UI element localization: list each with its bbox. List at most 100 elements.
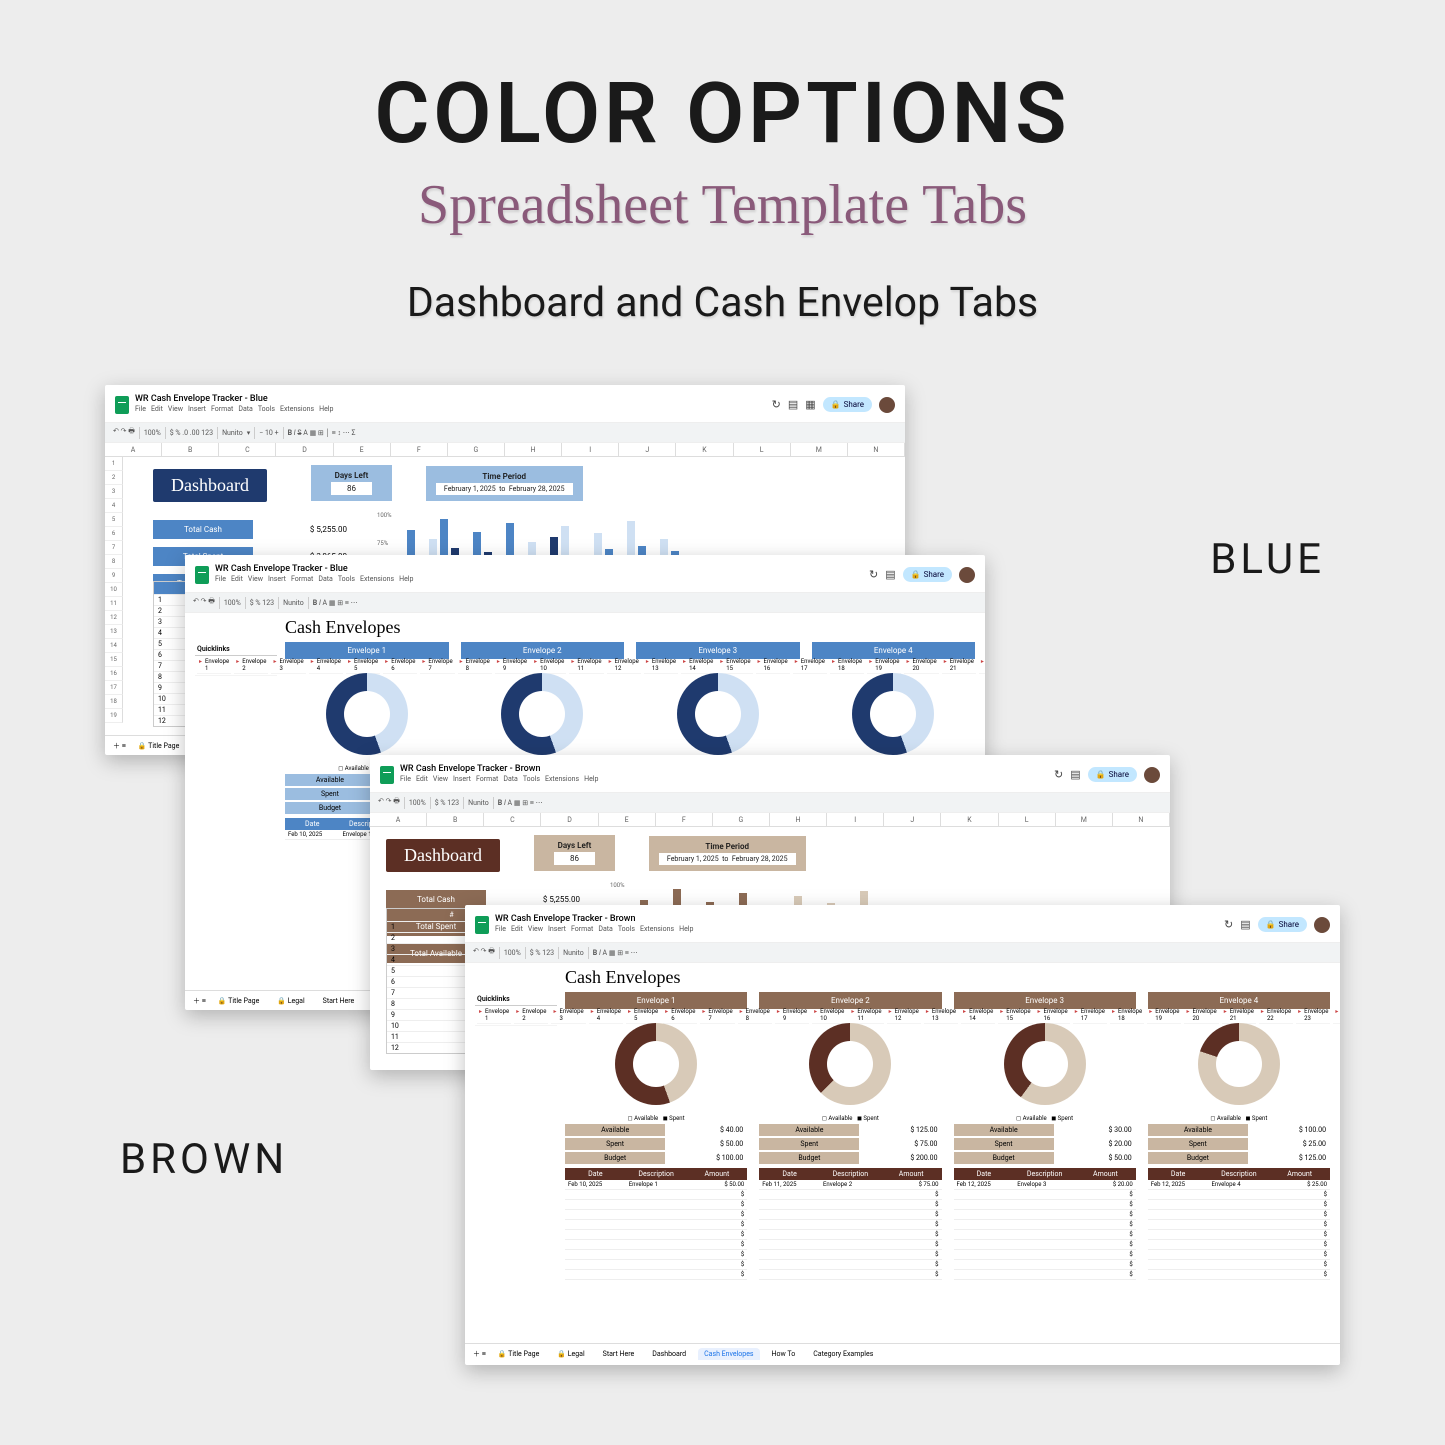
menu-item[interactable]: Insert [548, 926, 566, 934]
add-sheet-icon[interactable]: ＋ ≡ [193, 996, 206, 1006]
quicklink-item[interactable]: ▸Envelope 21 [1222, 1007, 1256, 1024]
quicklink-item[interactable]: ▸Envelope 21 [942, 657, 976, 674]
menu-item[interactable]: View [528, 926, 543, 934]
quicklink-item[interactable]: ▸Envelope 17 [793, 657, 827, 674]
history-icon[interactable]: ↻ [1054, 768, 1063, 781]
sheet-tabs[interactable]: ＋ ≡🔒 Title Page🔒 LegalStart HereDashboar… [465, 1343, 1340, 1363]
quicklinks[interactable]: Quicklinks ▸Envelope 1▸Envelope 2▸Envelo… [475, 993, 557, 1026]
quicklink-item[interactable]: ▸Envelope 3 [271, 657, 305, 674]
quicklink-item[interactable]: ▸Envelope 4 [309, 657, 343, 674]
sheet-tab[interactable]: 🔒 Title Page [492, 1348, 545, 1360]
row-headers[interactable]: 12345678910111213141516171819 [105, 457, 123, 735]
menu-item[interactable]: Help [399, 576, 413, 584]
share-button[interactable]: 🔒 Share [903, 567, 952, 582]
menu-item[interactable]: Insert [268, 576, 286, 584]
menu-item[interactable]: Format [211, 406, 233, 414]
menu-bar[interactable]: FileEditViewInsertFormatDataToolsExtensi… [135, 406, 333, 414]
quicklink-item[interactable]: ▸Envelope 17 [1073, 1007, 1107, 1024]
sheet-tab[interactable]: Start Here [597, 1348, 641, 1360]
quicklink-item[interactable]: ▸Envelope 15 [718, 657, 752, 674]
quicklink-item[interactable]: ▸Envelope 24 [1333, 1007, 1340, 1024]
share-button[interactable]: 🔒 Share [1088, 767, 1137, 782]
menu-item[interactable]: Edit [151, 406, 163, 414]
quicklink-item[interactable]: ▸Envelope 19 [1147, 1007, 1181, 1024]
menu-item[interactable]: Insert [453, 776, 471, 784]
quicklink-item[interactable]: ▸Envelope 8 [458, 657, 492, 674]
share-button[interactable]: 🔒 Share [823, 397, 872, 412]
menu-item[interactable]: Data [598, 926, 613, 934]
toolbar[interactable]: ↶ ↷ 🖶 100% $ % .0 .00 123 Nunito▾ − 10 +… [105, 423, 905, 443]
quicklink-item[interactable]: ▸Envelope 20 [904, 657, 938, 674]
menu-item[interactable]: Edit [511, 926, 523, 934]
menu-item[interactable]: Tools [618, 926, 635, 934]
menu-item[interactable]: View [168, 406, 183, 414]
quicklink-item[interactable]: ▸Envelope 2 [514, 1007, 548, 1024]
menu-item[interactable]: Tools [338, 576, 355, 584]
menu-item[interactable]: Format [291, 576, 313, 584]
menu-item[interactable]: Extensions [360, 576, 394, 584]
add-sheet-icon[interactable]: ＋ ≡ [113, 741, 126, 751]
menu-item[interactable]: File [400, 776, 411, 784]
menu-item[interactable]: Format [571, 926, 593, 934]
quicklink-item[interactable]: ▸Envelope 11 [569, 657, 603, 674]
quicklink-item[interactable]: ▸Envelope 16 [756, 657, 790, 674]
menu-item[interactable]: Tools [258, 406, 275, 414]
history-icon[interactable]: ↻ [772, 398, 781, 411]
doc-title[interactable]: WR Cash Envelope Tracker - Brown [400, 765, 598, 775]
toolbar[interactable]: ↶ ↷ 🖶100% $ % 123 Nunito B I A ▦ ⊞ ≡ ⋯ [185, 593, 985, 613]
menu-item[interactable]: Extensions [545, 776, 579, 784]
quicklink-item[interactable]: ▸Envelope 2 [234, 657, 268, 674]
menu-item[interactable]: View [248, 576, 263, 584]
quicklink-item[interactable]: ▸Envelope 4 [589, 1007, 623, 1024]
sheet-tab[interactable]: 🔒 Legal [271, 995, 310, 1007]
menu-bar[interactable]: File Edit View Insert Format Data Tools Extensi… [400, 776, 598, 784]
menu-item[interactable]: View [433, 776, 448, 784]
quicklink-item[interactable]: ▸Envelope 9 [775, 1007, 809, 1024]
quicklink-item[interactable]: ▸Envelope 7 [700, 1007, 734, 1024]
menu-item[interactable]: File [495, 926, 506, 934]
comment-icon[interactable]: ▤ [1240, 918, 1250, 931]
quicklinks[interactable]: Quicklinks ▸Envelope 1▸Envelope 2▸Envelo… [195, 643, 277, 676]
doc-title[interactable]: WR Cash Envelope Tracker - Blue [135, 395, 333, 405]
menu-item[interactable]: Format [476, 776, 498, 784]
quicklink-item[interactable]: ▸Envelope 13 [924, 1007, 958, 1024]
menu-item[interactable]: Insert [188, 406, 206, 414]
share-button[interactable]: 🔒 Share [1258, 917, 1307, 932]
menu-item[interactable]: File [215, 576, 226, 584]
quicklink-item[interactable]: ▸Envelope 13 [644, 657, 678, 674]
sheet-tab[interactable]: Start Here [317, 995, 361, 1007]
menu-item[interactable]: Extensions [640, 926, 674, 934]
sheet-tab[interactable]: How To [766, 1348, 802, 1360]
quicklink-item[interactable]: ▸Envelope 19 [867, 657, 901, 674]
quicklink-item[interactable]: ▸Envelope 12 [887, 1007, 921, 1024]
quicklink-item[interactable]: ▸Envelope 3 [551, 1007, 585, 1024]
quicklink-item[interactable]: ▸Envelope 20 [1184, 1007, 1218, 1024]
avatar[interactable] [959, 567, 975, 583]
toolbar[interactable]: ↶ ↷ 🖶100% $ % 123 Nunito B I A ▦ ⊞ ≡ ⋯ [370, 793, 1170, 813]
history-icon[interactable]: ↻ [869, 568, 878, 581]
doc-title[interactable]: WR Cash Envelope Tracker - Blue [215, 565, 413, 575]
menu-item[interactable]: Data [503, 776, 518, 784]
menu-item[interactable]: File [135, 406, 146, 414]
menu-item[interactable]: Data [318, 576, 333, 584]
quicklink-item[interactable]: ▸Envelope 5 [626, 1007, 660, 1024]
quicklink-item[interactable]: ▸Envelope 18 [830, 657, 864, 674]
quicklink-item[interactable]: ▸Envelope 16 [1036, 1007, 1070, 1024]
comment-icon[interactable]: ▤ [788, 398, 798, 411]
avatar[interactable] [1144, 767, 1160, 783]
menu-item[interactable]: Edit [416, 776, 428, 784]
avatar[interactable] [1314, 917, 1330, 933]
quicklink-item[interactable]: ▸Envelope 14 [961, 1007, 995, 1024]
sheet-tab[interactable]: Category Examples [807, 1348, 879, 1360]
sheet-tab[interactable]: Cash Envelopes [698, 1348, 759, 1360]
sheet-tab[interactable]: 🔒 Legal [551, 1348, 590, 1360]
column-headers[interactable]: ABCDEFGHIJKLMN [370, 813, 1170, 827]
column-headers[interactable]: ABCDEFGHIJKLMN [105, 443, 905, 457]
comment-icon[interactable]: ▤ [885, 568, 895, 581]
add-sheet-icon[interactable]: ＋ ≡ [473, 1349, 486, 1359]
quicklink-item[interactable]: ▸Envelope 6 [663, 1007, 697, 1024]
menu-bar[interactable]: FileEditViewInsertFormatDataToolsExtensi… [215, 576, 413, 584]
quicklink-item[interactable]: ▸Envelope 1 [477, 1007, 511, 1024]
menu-item[interactable]: Tools [523, 776, 540, 784]
quicklink-item[interactable]: ▸Envelope 23 [1296, 1007, 1330, 1024]
